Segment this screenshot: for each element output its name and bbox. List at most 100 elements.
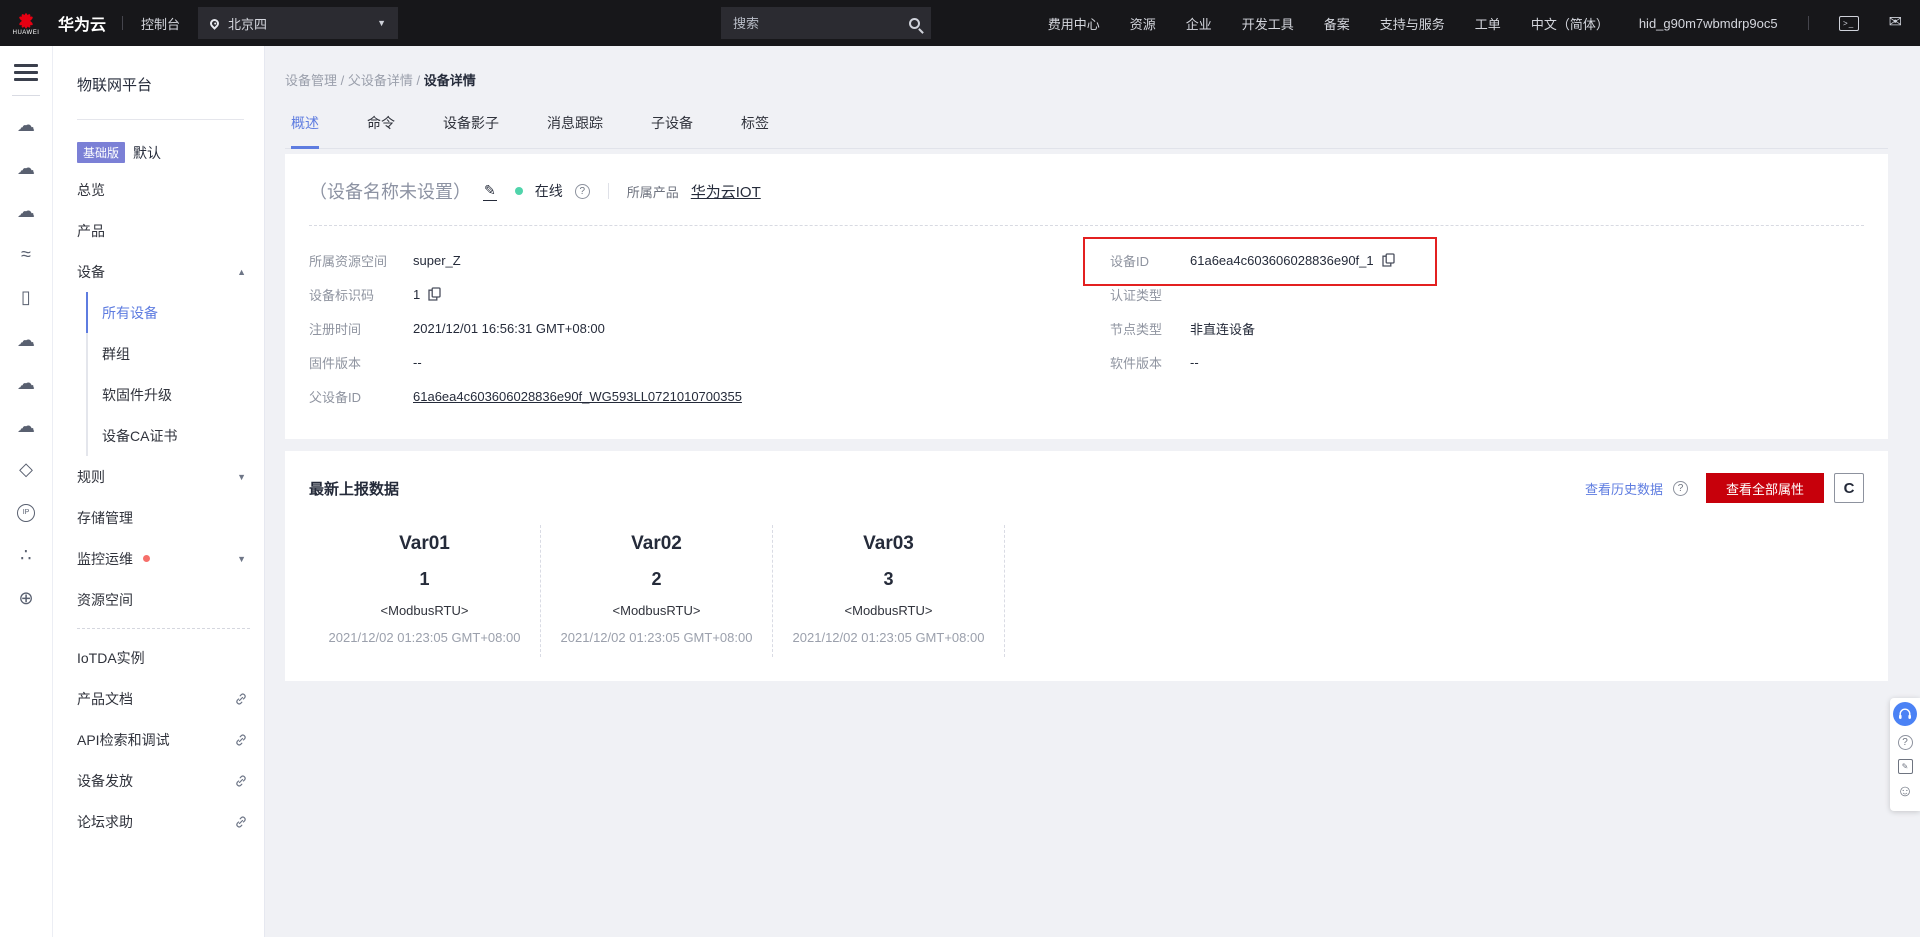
divider [77, 119, 244, 120]
sidebar-item-monitoring[interactable]: 监控运维 ▼ [53, 538, 264, 579]
cloud-server-icon[interactable]: ☁ [0, 104, 52, 147]
sidebar-nav: 总览 产品 设备 ▲ 所有设备 群组 软固件升级 设备CA证书 规则 ▼ 存储管… [53, 169, 264, 842]
feedback-icon[interactable]: ✎ [1898, 759, 1913, 774]
refresh-button[interactable]: C [1834, 473, 1864, 503]
globe-icon[interactable]: ⊕ [0, 577, 52, 620]
sidebar-item-label: 总览 [77, 180, 105, 200]
field-parent-device-id: 父设备ID 61a6ea4c603606028836e90f_WG593LL07… [309, 379, 1110, 413]
console-link[interactable]: 控制台 [141, 14, 180, 33]
product-link[interactable]: 华为云IOT [691, 181, 761, 202]
field-resource-space: 所属资源空间 super_Z [309, 243, 1110, 277]
sidebar-item-api-explorer[interactable]: API检索和调试 [53, 719, 264, 760]
menu-resources[interactable]: 资源 [1130, 14, 1156, 33]
sidebar-item-forum-help[interactable]: 论坛求助 [53, 801, 264, 842]
tile-timestamp: 2021/12/02 01:23:05 GMT+08:00 [773, 630, 1004, 645]
report-tile-var02: Var02 2 <ModbusRTU> 2021/12/02 01:23:05 … [541, 525, 773, 657]
tab-overview[interactable]: 概述 [291, 113, 319, 149]
tile-timestamp: 2021/12/02 01:23:05 GMT+08:00 [541, 630, 772, 645]
breadcrumb-device-management[interactable]: 设备管理 [285, 73, 337, 88]
sidebar-item-overview[interactable]: 总览 [53, 169, 264, 210]
sidebar-item-products[interactable]: 产品 [53, 210, 264, 251]
external-link-icon [234, 815, 248, 829]
tab-child-devices[interactable]: 子设备 [651, 113, 693, 148]
waves-icon[interactable]: ≈ [0, 233, 52, 276]
menu-devtools[interactable]: 开发工具 [1242, 14, 1294, 33]
cli-terminal-icon[interactable]: >_ [1839, 16, 1859, 31]
satisfaction-smiley-icon[interactable]: ☺ [1897, 783, 1913, 801]
view-history-link[interactable]: 查看历史数据 [1585, 479, 1663, 498]
prism-icon[interactable]: ◇ [0, 448, 52, 491]
tile-type: <ModbusRTU> [309, 603, 540, 618]
menu-support[interactable]: 支持与服务 [1380, 14, 1445, 33]
region-selector[interactable]: 北京四 ▼ [198, 7, 398, 39]
breadcrumb-parent-device[interactable]: 父设备详情 [348, 73, 413, 88]
messages-icon[interactable]: ✉ [1889, 15, 1902, 31]
sidebar-item-label: 设备 [77, 262, 105, 282]
tab-device-shadow[interactable]: 设备影子 [443, 113, 499, 148]
menu-tickets[interactable]: 工单 [1475, 14, 1501, 33]
history-help-icon[interactable]: ? [1673, 481, 1688, 496]
sidebar-item-label: 资源空间 [77, 590, 133, 610]
edit-name-icon[interactable]: ✎ [483, 182, 497, 201]
parent-device-id-link[interactable]: 61a6ea4c603606028836e90f_WG593LL07210107… [413, 389, 742, 404]
breadcrumb-separator: / [417, 73, 421, 88]
plan-name[interactable]: 默认 [133, 143, 161, 163]
tab-commands[interactable]: 命令 [367, 113, 395, 148]
cloud-lines-icon[interactable]: ☁ [0, 190, 52, 233]
device-fields: 所属资源空间 super_Z 设备标识码 1 注册时间 [309, 243, 1864, 413]
field-software-version: 软件版本 -- [1110, 345, 1864, 379]
ip-address-icon[interactable]: IP [0, 491, 52, 534]
tab-message-trace[interactable]: 消息跟踪 [547, 113, 603, 148]
tile-value: 1 [309, 569, 540, 590]
field-value: 2021/12/01 16:56:31 GMT+08:00 [413, 321, 605, 336]
sidebar-item-iotda-instance[interactable]: IoTDA实例 [53, 637, 264, 678]
sidebar-item-device-provisioning[interactable]: 设备发放 [53, 760, 264, 801]
search-input[interactable] [733, 16, 909, 31]
account-id[interactable]: hid_g90m7wbmdrp9oc5 [1639, 16, 1778, 31]
search-icon[interactable] [909, 18, 920, 29]
sidebar-item-device-ca-cert[interactable]: 设备CA证书 [86, 415, 264, 456]
breadcrumb: 设备管理 / 父设备详情 / 设备详情 [285, 46, 1888, 89]
field-label: 注册时间 [309, 319, 413, 338]
sidebar-item-product-docs[interactable]: 产品文档 [53, 678, 264, 719]
cloud-icon[interactable]: ☁ [0, 319, 52, 362]
menu-enterprise[interactable]: 企业 [1186, 14, 1212, 33]
sidebar: 物联网平台 基础版 默认 总览 产品 设备 ▲ 所有设备 群组 软固件升级 设备… [53, 46, 265, 937]
mobile-device-icon[interactable]: ▯ [0, 276, 52, 319]
huawei-logo-icon[interactable]: HUAWEI [12, 11, 40, 36]
external-link-icon [234, 774, 248, 788]
sidebar-item-label: 存储管理 [77, 508, 133, 528]
tab-tags[interactable]: 标签 [741, 113, 769, 148]
sidebar-item-devices[interactable]: 设备 ▲ [53, 251, 264, 292]
cloud-clock-icon[interactable]: ☁ [0, 405, 52, 448]
customer-service-icon[interactable] [1893, 702, 1917, 726]
sidebar-item-storage[interactable]: 存储管理 [53, 497, 264, 538]
device-name: （设备名称未设置） [309, 178, 471, 204]
sidebar-item-firmware-upgrade[interactable]: 软固件升级 [86, 374, 264, 415]
view-all-properties-button[interactable]: 查看全部属性 [1706, 473, 1824, 503]
field-label: 设备ID [1110, 251, 1190, 270]
tile-value: 2 [541, 569, 772, 590]
chevron-down-icon: ▼ [377, 18, 386, 28]
copy-icon[interactable] [1382, 253, 1395, 267]
menu-billing[interactable]: 费用中心 [1048, 14, 1100, 33]
external-link-icon [234, 692, 248, 706]
sidebar-item-label: IoTDA实例 [77, 648, 145, 668]
sidebar-item-resource-space[interactable]: 资源空间 [53, 579, 264, 620]
field-value: -- [413, 355, 422, 370]
hamburger-menu-icon[interactable] [14, 64, 38, 81]
copy-icon[interactable] [428, 287, 441, 301]
sidebar-item-rules[interactable]: 规则 ▼ [53, 456, 264, 497]
status-help-icon[interactable]: ? [575, 184, 590, 199]
global-search[interactable] [721, 7, 931, 39]
menu-icp[interactable]: 备案 [1324, 14, 1350, 33]
sidebar-item-label: API检索和调试 [77, 730, 170, 750]
cloud-upload-icon[interactable]: ☁ [0, 362, 52, 405]
brand-title[interactable]: 华为云 [58, 11, 106, 35]
cloud-dots-icon[interactable]: ☁ [0, 147, 52, 190]
help-icon[interactable]: ? [1898, 735, 1913, 750]
sidebar-item-all-devices[interactable]: 所有设备 [86, 292, 264, 333]
cluster-icon[interactable]: ∴ [0, 534, 52, 577]
sidebar-item-groups[interactable]: 群组 [86, 333, 264, 374]
menu-language[interactable]: 中文（简体） [1531, 14, 1609, 33]
